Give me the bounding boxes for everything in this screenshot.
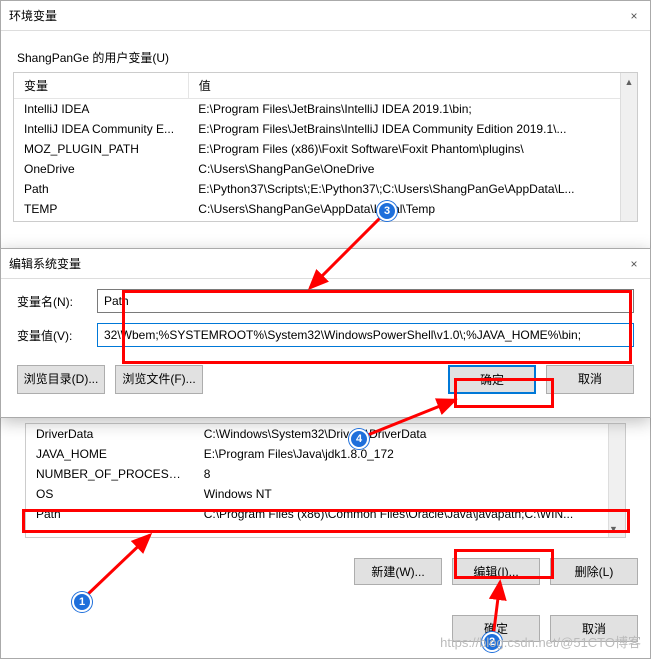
- browse-file-button[interactable]: 浏览文件(F)...: [115, 365, 203, 394]
- edit-dialog-title: 编辑系统变量: [9, 255, 626, 272]
- user-vars-panel: 变量 值 IntelliJ IDEAE:\Program Files\JetBr…: [13, 72, 638, 222]
- edit-dialog-buttons: 浏览目录(D)... 浏览文件(F)... 确定 取消: [1, 357, 650, 406]
- table-row[interactable]: IntelliJ IDEAE:\Program Files\JetBrains\…: [14, 99, 637, 120]
- name-field-row: 变量名(N):: [17, 289, 634, 313]
- name-label: 变量名(N):: [17, 293, 97, 310]
- user-vars-label: ShangPanGe 的用户变量(U): [17, 49, 650, 66]
- edit-titlebar: 编辑系统变量 ×: [1, 249, 650, 279]
- variable-value-input[interactable]: [97, 323, 634, 347]
- user-vars-table: 变量 值 IntelliJ IDEAE:\Program Files\JetBr…: [14, 73, 637, 219]
- cancel-button[interactable]: 取消: [546, 365, 634, 394]
- table-row[interactable]: IntelliJ IDEA Community E...E:\Program F…: [14, 119, 637, 139]
- main-titlebar: 环境变量 ×: [1, 1, 650, 31]
- col-header-value[interactable]: 值: [188, 73, 636, 99]
- table-row[interactable]: MOZ_PLUGIN_PATHE:\Program Files (x86)\Fo…: [14, 139, 637, 159]
- table-row[interactable]: DriverDataC:\Windows\System32\Drivers\Dr…: [26, 424, 625, 444]
- scrollbar[interactable]: ▼: [608, 424, 625, 537]
- table-row[interactable]: TEMPC:\Users\ShangPanGe\AppData\Local\Te…: [14, 199, 637, 219]
- cancel-button[interactable]: 取消: [550, 615, 638, 642]
- col-header-name[interactable]: 变量: [14, 73, 188, 99]
- ok-button[interactable]: 确定: [452, 615, 540, 642]
- scroll-up-icon[interactable]: ▲: [621, 73, 637, 90]
- table-row[interactable]: JAVA_HOMEE:\Program Files\Java\jdk1.8.0_…: [26, 444, 625, 464]
- new-button[interactable]: 新建(W)...: [354, 558, 442, 585]
- edit-variable-dialog: 编辑系统变量 × 变量名(N): 变量值(V): 浏览目录(D)... 浏览文件…: [0, 248, 651, 418]
- value-field-row: 变量值(V):: [17, 323, 634, 347]
- scrollbar[interactable]: ▲: [620, 73, 637, 221]
- edit-button[interactable]: 编辑(I)...: [452, 558, 540, 585]
- system-vars-buttons: 新建(W)... 编辑(I)... 删除(L): [1, 546, 650, 597]
- main-title: 环境变量: [9, 7, 626, 24]
- variable-name-input[interactable]: [97, 289, 634, 313]
- table-row[interactable]: OneDriveC:\Users\ShangPanGe\OneDrive: [14, 159, 637, 179]
- table-row[interactable]: PathE:\Python37\Scripts\;E:\Python37\;C:…: [14, 179, 637, 199]
- close-icon[interactable]: ×: [626, 257, 642, 271]
- table-row[interactable]: NUMBER_OF_PROCESSORS8: [26, 464, 625, 484]
- table-row[interactable]: OSWindows NT: [26, 484, 625, 504]
- scroll-down-icon[interactable]: ▼: [609, 520, 618, 537]
- delete-button[interactable]: 删除(L): [550, 558, 638, 585]
- close-icon[interactable]: ×: [626, 9, 642, 23]
- system-vars-table: DriverDataC:\Windows\System32\Drivers\Dr…: [26, 424, 625, 524]
- browse-dir-button[interactable]: 浏览目录(D)...: [17, 365, 105, 394]
- main-dialog-buttons: 确定 取消: [1, 603, 650, 654]
- value-label: 变量值(V):: [17, 327, 97, 344]
- ok-button[interactable]: 确定: [448, 365, 536, 394]
- table-row[interactable]: PathC:\Program Files (x86)\Common Files\…: [26, 504, 625, 524]
- system-vars-panel: DriverDataC:\Windows\System32\Drivers\Dr…: [25, 423, 626, 538]
